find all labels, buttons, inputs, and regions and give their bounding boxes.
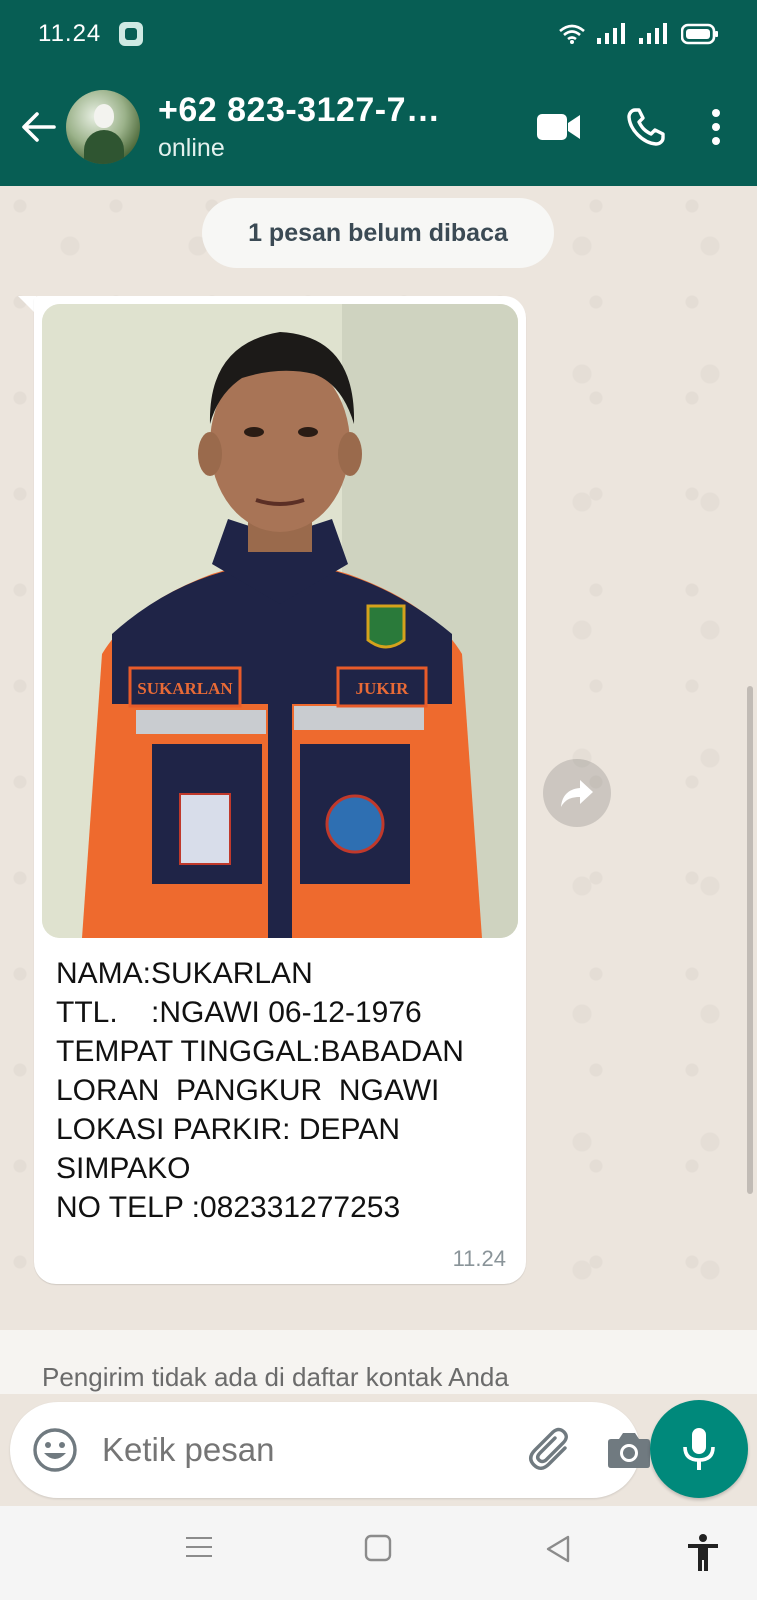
- composer: [0, 1394, 757, 1506]
- contact-info[interactable]: +62 823-3127-7… online: [158, 91, 537, 163]
- attach-icon: [529, 1427, 568, 1470]
- attach-button[interactable]: [527, 1422, 575, 1478]
- message-time: 11.24: [452, 1246, 506, 1271]
- message-caption: NAMA:SUKARLAN TTL. :NGAWI 06-12-1976 TEM…: [56, 957, 464, 1224]
- emoji-button[interactable]: [32, 1427, 78, 1473]
- more-options-icon: [712, 109, 720, 145]
- forward-icon: [561, 780, 593, 807]
- status-indicators: [559, 23, 719, 45]
- home-square-icon: [364, 1534, 392, 1562]
- contact-name: +62 823-3127-7…: [158, 91, 441, 129]
- emoji-icon: [33, 1428, 77, 1472]
- avatar[interactable]: [66, 90, 140, 164]
- role-patch-text: JUKIR: [356, 679, 410, 698]
- message-photo[interactable]: SUKARLAN JUKIR: [42, 304, 518, 938]
- battery-icon: [681, 23, 718, 45]
- back-button[interactable]: [8, 97, 68, 157]
- notification-icon: [119, 22, 144, 46]
- wifi-icon: [559, 24, 585, 44]
- status-time: 11.24: [38, 20, 102, 47]
- voice-message-button[interactable]: [650, 1400, 748, 1498]
- accessibility-nav-button[interactable]: [686, 1534, 720, 1577]
- photo-person-image: SUKARLAN JUKIR: [42, 304, 518, 938]
- camera-button[interactable]: [607, 1422, 651, 1478]
- voice-call-button[interactable]: [627, 108, 665, 146]
- signal-icon-2: [639, 23, 667, 44]
- status-bar: 11.24: [0, 0, 757, 68]
- home-nav-button[interactable]: [364, 1534, 392, 1567]
- video-call-button[interactable]: [537, 112, 581, 142]
- mic-icon: [683, 1428, 715, 1470]
- message-bubble[interactable]: SUKARLAN JUKIR NAMA:SUKARLAN TTL.:NGAWI…: [34, 296, 526, 1284]
- accessibility-icon: [688, 1534, 718, 1571]
- chat-area[interactable]: 1 pesan belum dibaca SUKARLAN JUKIR NAMA…: [0, 186, 757, 1406]
- name-patch-text: SUKARLAN: [137, 679, 233, 698]
- message-input[interactable]: [102, 1431, 527, 1469]
- system-nav-bar: [0, 1506, 757, 1600]
- forward-button[interactable]: [543, 759, 611, 827]
- menu-nav-button[interactable]: [184, 1534, 214, 1565]
- back-nav-button[interactable]: [544, 1534, 572, 1569]
- message-input-box[interactable]: [10, 1402, 650, 1498]
- chat-header: +62 823-3127-7… online: [0, 68, 757, 186]
- scrollbar[interactable]: [747, 686, 753, 1194]
- more-options-button[interactable]: [711, 109, 721, 145]
- back-arrow-icon: [22, 112, 56, 142]
- voice-call-icon: [627, 108, 665, 146]
- signal-icon: [597, 23, 625, 44]
- camera-icon: [608, 1433, 650, 1468]
- menu-icon: [186, 1537, 212, 1557]
- contact-status: online: [158, 134, 225, 162]
- video-call-icon: [537, 114, 580, 140]
- back-triangle-icon: [546, 1535, 570, 1563]
- unread-messages-label: 1 pesan belum dibaca: [202, 198, 554, 268]
